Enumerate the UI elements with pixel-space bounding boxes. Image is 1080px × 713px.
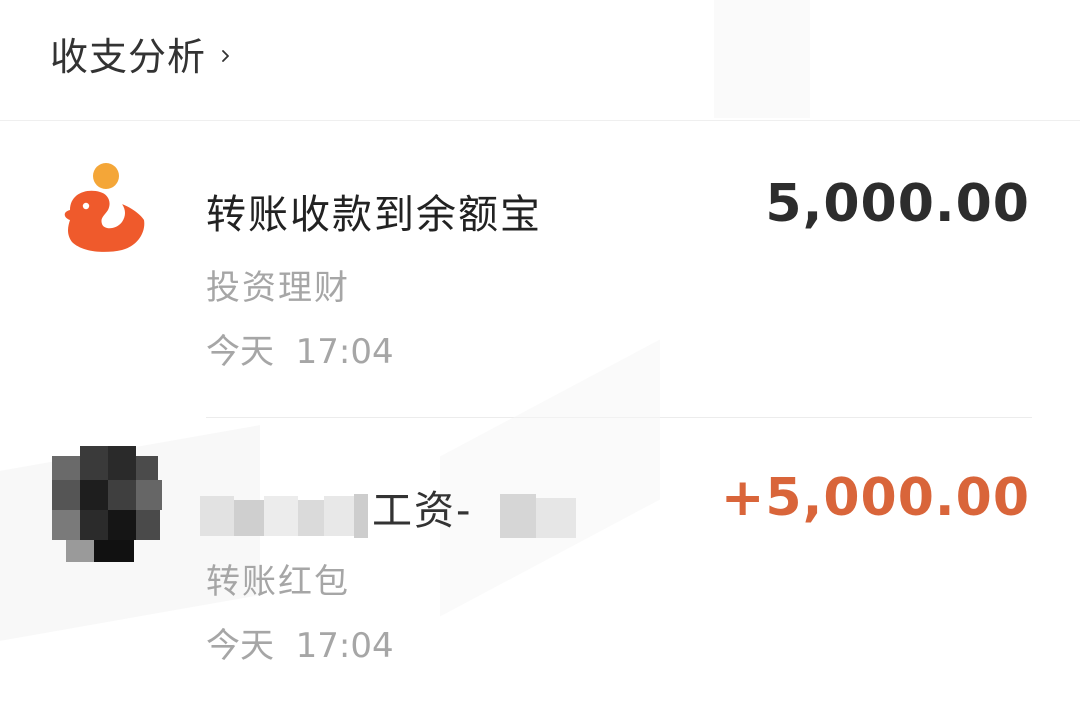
yuebao-fish-icon <box>64 163 145 252</box>
transaction-amount: 5,000.00 <box>765 174 1030 234</box>
transaction-category: 转账红包 <box>206 562 350 602</box>
income-expense-analysis-link[interactable]: 收支分析 <box>50 26 232 81</box>
bill-list-page: 收支分析 转账收款到余额宝 5,000.00 投资理财 今天 17:04 工资-… <box>0 0 1080 713</box>
transaction-name: 转账收款到余额宝 <box>206 192 542 238</box>
chevron-right-icon <box>222 49 229 62</box>
transaction-row[interactable]: 转账收款到余额宝 5,000.00 投资理财 今天 17:04 <box>0 122 1080 418</box>
transaction-amount: +5,000.00 <box>720 468 1030 528</box>
transaction-time: 今天 17:04 <box>206 626 394 666</box>
avatar-pixelated <box>52 446 162 566</box>
transaction-category: 投资理财 <box>206 268 350 308</box>
header-fade-overlay <box>714 0 810 118</box>
transaction-row[interactable]: 工资- +5,000.00 转账红包 今天 17:04 <box>0 339 1080 713</box>
transaction-time: 今天 17:04 <box>206 332 394 372</box>
header-title: 收支分析 <box>50 35 207 79</box>
analysis-header: 收支分析 <box>0 0 1080 121</box>
transaction-name-visible: 工资- <box>372 488 473 534</box>
